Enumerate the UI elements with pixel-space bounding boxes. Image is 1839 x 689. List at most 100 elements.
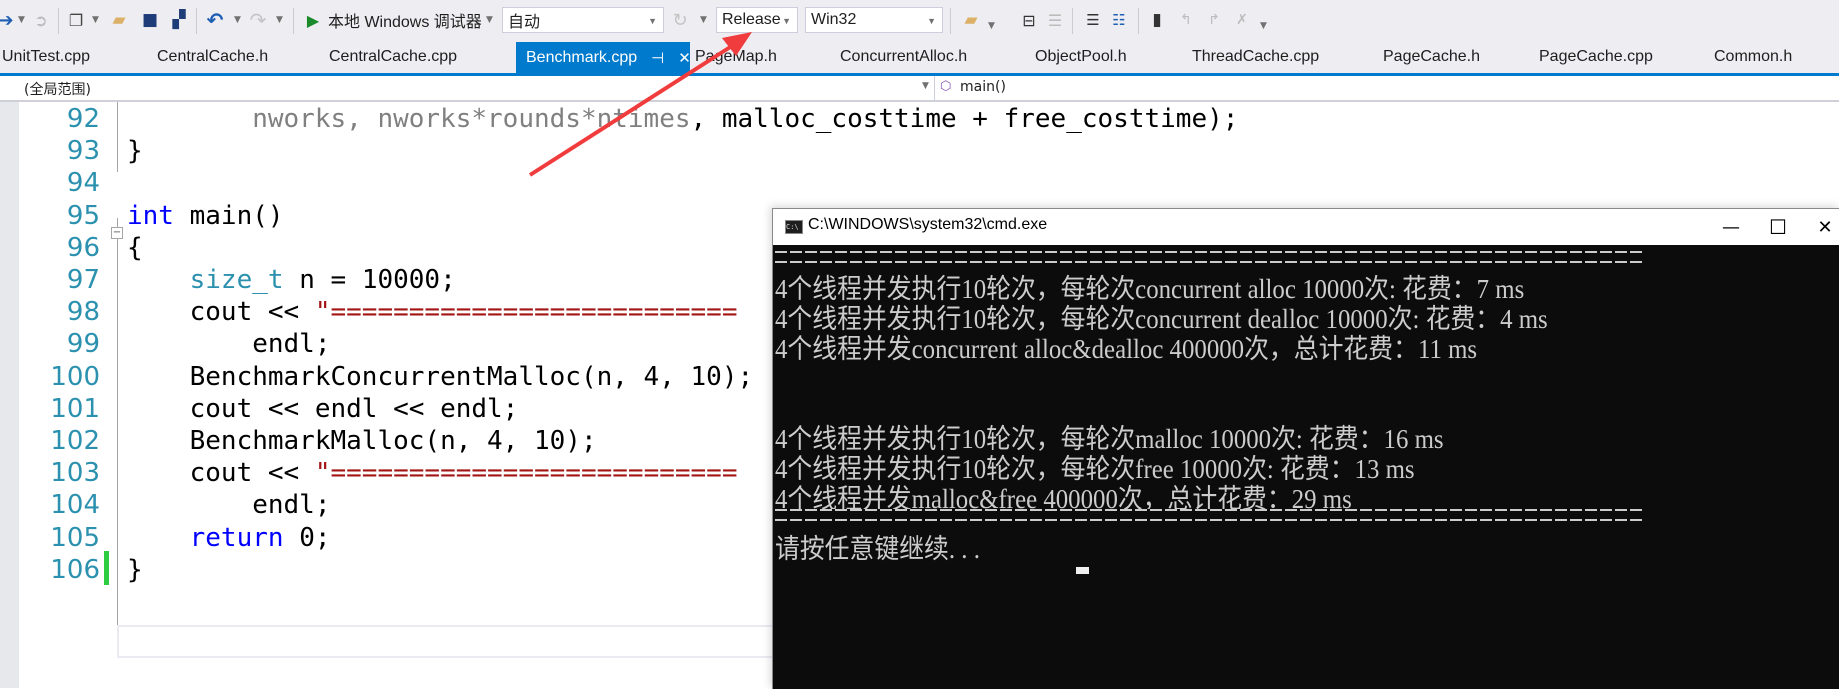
tab-centralcache-h[interactable]: CentralCache.h — [157, 48, 268, 66]
tab-pagemap-h[interactable]: PageMap.h — [695, 48, 777, 66]
back-dropdown-caret[interactable]: ▼ — [18, 8, 25, 32]
toolbar-separator — [1138, 8, 1139, 34]
tab-centralcache-cpp[interactable]: CentralCache.cpp — [329, 48, 457, 66]
console-title-bar[interactable]: C:\ C:\WINDOWS\system32\cmd.exe — ☐ ✕ — [773, 209, 1839, 245]
scope-dropdown[interactable]: (全局范围) — [24, 79, 91, 99]
build-config-value: Release — [722, 11, 781, 28]
undo-icon[interactable]: ↶ — [205, 8, 225, 32]
tab-label: Benchmark.cpp — [526, 48, 638, 66]
outdent-icon[interactable]: ☷ — [1108, 8, 1130, 32]
tab-threadcache-cpp[interactable]: ThreadCache.cpp — [1192, 48, 1319, 66]
code-text: BenchmarkMalloc(n, 4, 10); — [127, 426, 597, 456]
console-cursor — [1076, 567, 1089, 574]
chevron-down-icon[interactable]: ▼ — [922, 81, 929, 91]
start-debug-icon[interactable]: ▶ — [305, 8, 321, 32]
line-number: 96 — [66, 232, 100, 263]
code-text: cout << "========================== — [127, 297, 738, 328]
line-number: 94 — [66, 168, 100, 199]
code-text: nworks, nworks*rounds*ntimes, malloc_cos… — [127, 104, 1239, 134]
tab-pagecache-h[interactable]: PageCache.h — [1383, 48, 1480, 66]
navbar-divider — [934, 76, 935, 100]
indent-icon[interactable]: ☰ — [1082, 8, 1104, 32]
tab-pagecache-cpp[interactable]: PageCache.cpp — [1539, 48, 1653, 66]
solution-config-dropdown[interactable]: 自动 ▼ — [502, 7, 664, 33]
close-button[interactable]: ✕ — [1805, 212, 1839, 242]
line-number: 100 — [50, 361, 100, 392]
toolbar: ➔ ▼ ➲ ❐ ▼ ▰ ■ ▞ ↶ ▼ ↷ ▼ ▶ 本地 Windows 调试器… — [0, 0, 1839, 42]
refresh-icon[interactable]: ↻ — [670, 8, 690, 32]
maximize-button[interactable]: ☐ — [1758, 212, 1798, 242]
code-text: int main() — [127, 200, 284, 231]
line-number: 93 — [66, 136, 100, 167]
tab-unittest-cpp[interactable]: UnitTest.cpp — [2, 48, 90, 66]
line-number: 97 — [66, 265, 100, 295]
console-output: 4个线程并发执行10轮次，每轮次concurrent alloc 10000次:… — [773, 245, 1839, 689]
prev-bookmark-icon[interactable]: ↰ — [1176, 8, 1196, 32]
platform-value: Win32 — [811, 11, 857, 28]
code-text: BenchmarkConcurrentMalloc(n, 4, 10); — [127, 361, 754, 392]
function-dropdown[interactable]: main() — [960, 79, 1006, 95]
forward-icon[interactable]: ➲ — [32, 8, 50, 32]
new-project-icon[interactable]: ❐ — [66, 8, 86, 32]
console-line: 4个线程并发concurrent alloc&dealloc 400000次，总… — [775, 334, 1478, 364]
toolbar-separator — [196, 8, 197, 34]
function-icon: ⬡ — [940, 79, 952, 94]
open-file-icon[interactable]: ▰ — [108, 8, 130, 32]
line-number: 105 — [50, 522, 100, 553]
clear-bookmarks-icon[interactable]: ✗ — [1232, 8, 1252, 32]
undo-dropdown-caret[interactable]: ▼ — [234, 8, 241, 32]
console-prompt: 请按任意键继续. . . — [775, 534, 980, 564]
code-text: } — [127, 136, 143, 167]
back-icon[interactable]: ➔ — [0, 8, 14, 32]
chevron-down-icon: ▼ — [927, 16, 936, 26]
redo-dropdown-caret[interactable]: ▼ — [276, 8, 283, 32]
toolbar-separator — [950, 8, 951, 34]
platform-dropdown[interactable]: Win32 ▼ — [805, 7, 943, 33]
toolbar-overflow-caret[interactable]: ▼ — [1260, 14, 1267, 38]
close-tab-icon[interactable]: ✕ — [678, 49, 691, 67]
line-number: 95 — [66, 200, 100, 231]
toolbar-separator — [293, 8, 294, 34]
line-number: 101 — [50, 393, 100, 424]
line-number: 103 — [50, 458, 100, 489]
code-text: { — [127, 232, 143, 263]
redo-icon[interactable]: ↷ — [248, 8, 268, 32]
save-icon[interactable]: ■ — [140, 8, 160, 32]
line-number: 92 — [66, 104, 100, 134]
bookmark-icon[interactable]: ▮ — [1148, 8, 1166, 32]
line-number: 104 — [50, 490, 100, 521]
uncomment-icon[interactable]: ☰ — [1044, 8, 1066, 32]
console-window[interactable]: C:\ C:\WINDOWS\system32\cmd.exe — ☐ ✕ 4个… — [772, 208, 1839, 689]
code-text: endl; — [127, 490, 331, 521]
pin-icon[interactable]: ⊣ — [651, 49, 664, 67]
navigation-bar: (全局范围) ▼ ⬡ main() — [0, 76, 1839, 102]
tab-benchmark-cpp[interactable]: Benchmark.cpp ⊣ ✕ — [516, 42, 691, 73]
refresh-dropdown-caret[interactable]: ▼ — [700, 8, 707, 32]
line-number: 99 — [66, 329, 100, 360]
save-all-icon[interactable]: ▞ — [168, 8, 190, 32]
find-dropdown-caret[interactable]: ▼ — [988, 14, 995, 38]
next-bookmark-icon[interactable]: ↱ — [1204, 8, 1224, 32]
line-number: 106 — [50, 554, 100, 585]
debugger-dropdown-caret[interactable]: ▼ — [486, 8, 493, 32]
console-title: C:\WINDOWS\system32\cmd.exe — [808, 216, 1048, 233]
new-project-dropdown-caret[interactable]: ▼ — [92, 8, 99, 32]
tab-objectpool-h[interactable]: ObjectPool.h — [1035, 48, 1127, 66]
tab-common-h[interactable]: Common.h — [1714, 48, 1792, 66]
chevron-down-icon: ▼ — [648, 16, 657, 26]
code-text: return 0; — [189, 522, 331, 553]
line-number: 102 — [50, 426, 100, 456]
code-text: cout << "========================== — [127, 458, 738, 489]
code-text: } — [127, 554, 143, 585]
build-config-dropdown[interactable]: Release ▼ — [716, 7, 798, 33]
separator-line — [775, 251, 1645, 263]
find-in-files-icon[interactable]: ▰ — [960, 8, 982, 32]
tab-concurrentalloc-h[interactable]: ConcurrentAlloc.h — [840, 48, 967, 66]
cmd-icon: C:\ — [785, 220, 803, 234]
code-text: endl; — [127, 329, 331, 360]
toggle-comment-icon[interactable]: ⊟ — [1018, 8, 1040, 32]
solution-config-value: 自动 — [508, 14, 541, 31]
minimize-button[interactable]: — — [1711, 212, 1751, 242]
line-number: 98 — [66, 297, 100, 328]
start-debug-button[interactable]: 本地 Windows 调试器 — [328, 8, 482, 32]
